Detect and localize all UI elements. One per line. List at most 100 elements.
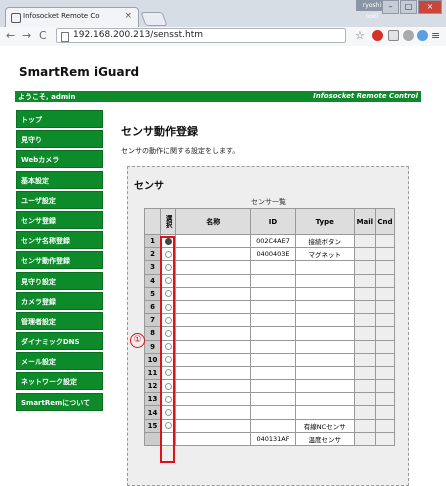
mail-cell	[353, 405, 376, 420]
type-cell: 有線NCセンサ	[294, 418, 355, 433]
sidebar-item[interactable]: 見守り	[16, 130, 103, 149]
url-text[interactable]: 192.168.200.213/sensst.htm	[73, 30, 203, 40]
sidebar-item[interactable]: センサ名称登録	[16, 231, 103, 250]
sidebar-item[interactable]: センサ登録	[16, 210, 103, 229]
browser-tab[interactable]: Infosocket Remote Co ×	[5, 7, 139, 27]
maximize-button[interactable]: □	[400, 0, 417, 14]
type-cell	[294, 405, 355, 420]
close-window-button[interactable]: ×	[418, 0, 442, 14]
table-row: 040131AF 温度センサ	[143, 431, 396, 447]
name-cell	[175, 418, 252, 433]
row-number: 5	[143, 286, 162, 301]
id-cell	[250, 405, 296, 420]
sidebar-item[interactable]: 管理者設定	[16, 311, 103, 330]
cnd-cell	[374, 273, 396, 288]
tab-title: Infosocket Remote Co	[23, 12, 100, 20]
address-bar[interactable]: 192.168.200.213/sensst.htm	[56, 28, 346, 43]
new-tab-button[interactable]	[140, 12, 168, 26]
table-row: 2 0400403E マグネット	[143, 247, 396, 262]
id-cell	[250, 299, 296, 315]
highlight-box	[160, 236, 175, 463]
sidebar-item[interactable]: Webカメラ	[16, 150, 103, 169]
extension-icon[interactable]	[403, 30, 414, 41]
col-num	[143, 208, 162, 235]
bookmark-star-icon[interactable]: ☆	[355, 29, 365, 42]
col-name: 名称	[175, 208, 252, 235]
annotation-marker: ①	[130, 333, 145, 348]
cnd-cell	[374, 405, 396, 420]
sidebar-item[interactable]: カメラ登録	[16, 291, 103, 310]
cnd-cell	[374, 313, 396, 328]
type-cell	[294, 352, 355, 367]
id-cell: 002C4AE7	[250, 233, 296, 249]
type-cell	[294, 273, 355, 288]
row-number: 1	[143, 233, 162, 249]
mail-cell	[353, 233, 376, 249]
table-row: 7	[143, 313, 396, 328]
name-cell	[175, 326, 252, 341]
name-cell	[175, 260, 252, 275]
forward-arrow-icon[interactable]: →	[22, 29, 31, 42]
type-cell	[294, 365, 355, 381]
brand-title: SmartRem iGuard	[19, 65, 140, 79]
window-controls: – □ ×	[381, 0, 442, 14]
id-cell: 040131AF	[250, 431, 296, 447]
cnd-cell	[374, 326, 396, 341]
sensor-table: 選択 名称 ID Type Mail Cnd 1 002C4AE7 接続ボタン 2 04…	[143, 208, 396, 447]
cnd-cell	[374, 352, 396, 367]
id-cell	[250, 392, 296, 407]
table-row: 15 有線NCセンサ	[143, 418, 396, 433]
minimize-button[interactable]: –	[382, 0, 399, 14]
type-cell	[294, 260, 355, 275]
sidebar-item[interactable]: 見守り設定	[16, 271, 103, 290]
type-cell	[294, 286, 355, 301]
tab-close-icon[interactable]: ×	[124, 11, 132, 21]
name-cell	[175, 365, 252, 381]
type-cell: 接続ボタン	[294, 233, 355, 249]
sidebar-item[interactable]: トップ	[16, 110, 103, 128]
col-select: 選択	[160, 208, 177, 235]
id-cell	[250, 418, 296, 433]
sidebar-item[interactable]: ネットワーク設定	[16, 372, 103, 391]
row-number: 8	[143, 326, 162, 341]
mail-cell	[353, 339, 376, 354]
product-name: Infosocket Remote Control	[313, 92, 418, 100]
mail-cell	[353, 392, 376, 407]
back-arrow-icon[interactable]: ←	[6, 29, 15, 42]
id-cell	[250, 365, 296, 381]
name-cell	[175, 313, 252, 328]
table-row: 11	[143, 365, 396, 381]
sidebar-item[interactable]: SmartRemについて	[16, 392, 103, 411]
name-cell	[175, 405, 252, 420]
mail-cell	[353, 326, 376, 341]
table-row: 12	[143, 379, 396, 394]
table-row: 9	[143, 339, 396, 354]
id-cell	[250, 352, 296, 367]
sidebar-item[interactable]: ユーザ設定	[16, 190, 103, 209]
mail-cell	[353, 365, 376, 381]
mail-cell	[353, 431, 376, 447]
sidebar-item[interactable]: 基本設定	[16, 170, 103, 189]
extension-icon[interactable]	[417, 30, 428, 41]
mail-cell	[353, 313, 376, 328]
table-row: 3	[143, 260, 396, 275]
row-number: 10	[143, 352, 162, 367]
name-cell	[175, 431, 252, 447]
extension-icon[interactable]	[372, 30, 383, 41]
name-cell	[175, 286, 252, 301]
row-number: 6	[143, 299, 162, 315]
sidebar-item[interactable]: メール設定	[16, 352, 103, 371]
menu-icon[interactable]: ≡	[431, 29, 440, 42]
download-icon[interactable]	[388, 30, 399, 41]
row-number: 13	[143, 392, 162, 407]
sidebar-item[interactable]: ダイナミックDNS	[16, 332, 103, 351]
id-cell	[250, 260, 296, 275]
name-cell	[175, 339, 252, 354]
row-number	[143, 431, 162, 447]
row-number: 4	[143, 273, 162, 288]
name-cell	[175, 247, 252, 262]
sidebar-item[interactable]: センサ動作登録	[16, 251, 103, 270]
col-cnd: Cnd	[374, 208, 396, 235]
browser-toolbar: ← → C 192.168.200.213/sensst.htm ☆ ≡	[0, 27, 446, 47]
reload-icon[interactable]: C	[39, 29, 47, 42]
